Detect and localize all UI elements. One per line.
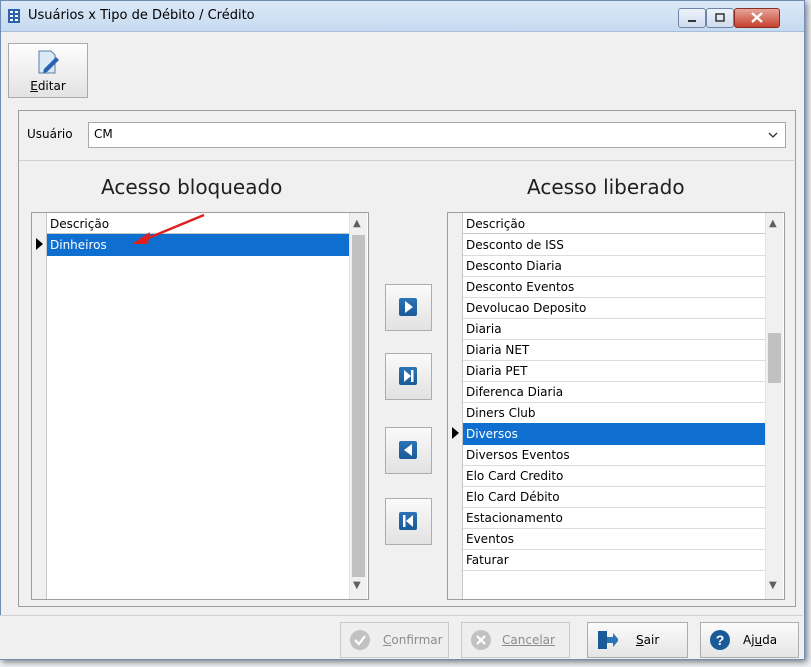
user-value: CM bbox=[94, 127, 113, 141]
blocked-grid[interactable]: Descrição ▲ ▼ Dinheiros bbox=[31, 212, 369, 600]
list-row-label: Elo Card Débito bbox=[466, 490, 560, 504]
edit-label-mnemonic: E bbox=[30, 79, 38, 93]
list-row-label: Diners Club bbox=[466, 406, 536, 420]
column-header[interactable]: Descrição bbox=[463, 213, 765, 234]
help-label-end: da bbox=[762, 633, 778, 647]
close-button[interactable] bbox=[734, 8, 780, 28]
maximize-icon bbox=[715, 13, 725, 22]
list-row[interactable]: Diaria bbox=[463, 318, 765, 340]
list-row[interactable]: Desconto Diaria bbox=[463, 255, 765, 277]
cancel-button[interactable]: Cancelar bbox=[461, 622, 570, 658]
list-row[interactable]: Diversos bbox=[463, 423, 765, 445]
title-bar: Usuários x Tipo de Débito / Crédito bbox=[1, 1, 804, 32]
exit-mnemonic: S bbox=[636, 633, 644, 647]
list-row[interactable]: Devolucao Deposito bbox=[463, 297, 765, 319]
divider bbox=[19, 160, 794, 161]
edit-button[interactable]: Editar bbox=[8, 43, 88, 98]
scroll-down-icon[interactable]: ▼ bbox=[769, 580, 777, 591]
list-row[interactable]: Desconto de ISS bbox=[463, 234, 765, 256]
help-button[interactable]: ? Ajuda bbox=[700, 622, 799, 658]
move-all-right-button[interactable] bbox=[385, 353, 432, 400]
list-row-label: Eventos bbox=[466, 532, 514, 546]
scroll-up-icon[interactable]: ▲ bbox=[353, 218, 361, 229]
list-row[interactable]: Elo Card Credito bbox=[463, 465, 765, 487]
allowed-grid[interactable]: Descrição ▲ ▼ Desconto de ISS Desconto Di… bbox=[447, 212, 785, 600]
list-row-label: Diversos Eventos bbox=[466, 448, 570, 462]
skip-right-icon bbox=[404, 370, 414, 382]
minimize-icon bbox=[688, 20, 696, 22]
column-header[interactable]: Descrição bbox=[47, 213, 349, 234]
scroll-up-icon[interactable]: ▲ bbox=[769, 218, 777, 229]
vertical-scrollbar[interactable]: ▲ ▼ bbox=[349, 213, 367, 599]
vertical-scrollbar[interactable]: ▲ ▼ bbox=[765, 213, 783, 599]
exit-door-icon bbox=[598, 631, 618, 649]
row-indicator-column bbox=[32, 213, 47, 599]
list-row[interactable]: Desconto Eventos bbox=[463, 276, 765, 298]
list-row[interactable]: Diaria PET bbox=[463, 360, 765, 382]
list-row-label: Diaria bbox=[466, 322, 502, 336]
move-right-button[interactable] bbox=[385, 284, 432, 331]
list-row[interactable]: Eventos bbox=[463, 528, 765, 550]
exit-button[interactable]: Sair bbox=[587, 622, 688, 658]
column-header-label: Descrição bbox=[50, 217, 110, 231]
skip-left-icon bbox=[403, 515, 413, 527]
list-row[interactable]: Estacionamento bbox=[463, 507, 765, 529]
blocked-heading: Acesso bloqueado bbox=[101, 175, 283, 199]
allowed-heading: Acesso liberado bbox=[527, 175, 685, 199]
row-indicator-column bbox=[448, 213, 463, 599]
list-row[interactable]: Diferenca Diaria bbox=[463, 381, 765, 403]
confirm-button[interactable]: Confirmar bbox=[340, 622, 449, 658]
list-row[interactable]: Dinheiros bbox=[47, 234, 349, 256]
list-row-label: Faturar bbox=[466, 553, 509, 567]
chevron-down-icon bbox=[768, 132, 778, 138]
list-row[interactable]: Diversos Eventos bbox=[463, 444, 765, 466]
minimize-button[interactable] bbox=[678, 8, 706, 28]
list-row[interactable]: Elo Card Débito bbox=[463, 486, 765, 508]
list-row-label: Desconto Eventos bbox=[466, 280, 575, 294]
list-row-label: Diaria PET bbox=[466, 364, 528, 378]
list-row-label: Elo Card Credito bbox=[466, 469, 564, 483]
move-all-left-button[interactable] bbox=[385, 498, 432, 545]
help-mnemonic: u bbox=[754, 633, 763, 647]
list-row-label: Diferenca Diaria bbox=[466, 385, 564, 399]
scroll-thumb[interactable] bbox=[768, 333, 781, 383]
list-row-label: Estacionamento bbox=[466, 511, 563, 525]
exit-label: air bbox=[643, 633, 660, 647]
cancel-label: ancelar bbox=[510, 633, 555, 647]
list-row-label: Diaria NET bbox=[466, 343, 530, 357]
scroll-thumb[interactable] bbox=[352, 235, 365, 577]
list-row-label: Diversos bbox=[466, 427, 518, 441]
scroll-down-icon[interactable]: ▼ bbox=[353, 580, 361, 591]
list-row-label: Desconto Diaria bbox=[466, 259, 562, 273]
current-row-pointer-icon bbox=[36, 238, 43, 250]
column-header-label: Descrição bbox=[466, 217, 526, 231]
edit-document-icon bbox=[38, 50, 59, 74]
user-select[interactable]: CM bbox=[88, 122, 786, 148]
list-row[interactable]: Diaria NET bbox=[463, 339, 765, 361]
app-icon bbox=[8, 9, 20, 23]
play-right-icon bbox=[405, 301, 413, 313]
confirm-label: onfirmar bbox=[391, 633, 443, 647]
current-row-pointer-icon bbox=[452, 427, 459, 439]
close-icon bbox=[751, 12, 763, 23]
edit-label: ditar bbox=[37, 79, 66, 93]
list-row[interactable]: Faturar bbox=[463, 549, 765, 571]
list-row[interactable]: Diners Club bbox=[463, 402, 765, 424]
svg-text:?: ? bbox=[716, 632, 725, 648]
help-label-start: Aj bbox=[743, 633, 755, 647]
cancel-x-icon bbox=[471, 630, 491, 650]
list-row-label: Desconto de ISS bbox=[466, 238, 564, 252]
help-icon: ? bbox=[710, 630, 730, 650]
move-left-button[interactable] bbox=[385, 427, 432, 474]
window-title: Usuários x Tipo de Débito / Crédito bbox=[28, 8, 255, 23]
maximize-button[interactable] bbox=[706, 8, 734, 28]
check-icon bbox=[350, 630, 370, 650]
list-row-label: Dinheiros bbox=[50, 238, 107, 252]
list-row-label: Devolucao Deposito bbox=[466, 301, 587, 315]
user-label: Usuário bbox=[27, 127, 73, 141]
play-left-icon bbox=[404, 444, 412, 456]
